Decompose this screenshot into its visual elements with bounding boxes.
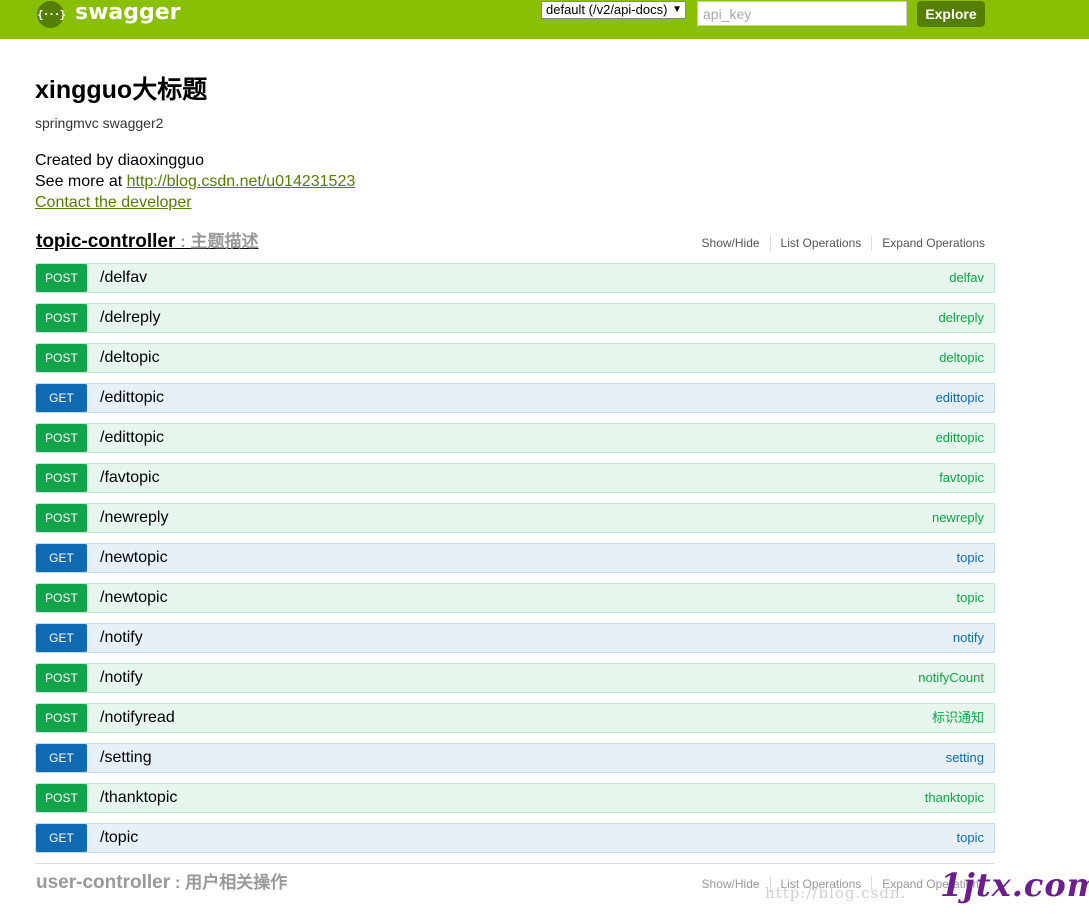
resource-name-topic[interactable]: topic-controller (36, 231, 175, 252)
resource-header-topic-controller: topic-controller : 主题描述 Show/Hide List O… (35, 230, 995, 256)
http-method-badge[interactable]: GET (36, 384, 87, 412)
http-method-badge[interactable]: POST (36, 504, 87, 532)
operation-summary[interactable]: notify (953, 624, 984, 652)
operation-path[interactable]: /notify (100, 624, 143, 652)
api-description: springmvc swagger2 (35, 115, 164, 131)
operation-row[interactable]: POST/delreply delreply (35, 303, 995, 333)
operation-summary[interactable]: topic (957, 544, 984, 572)
resource-actions-topic: Show/Hide List Operations Expand Operati… (702, 235, 985, 251)
operation-summary[interactable]: delreply (938, 304, 984, 332)
http-method-badge[interactable]: POST (36, 464, 87, 492)
operation-summary[interactable]: favtopic (939, 464, 984, 492)
http-method-badge[interactable]: GET (36, 544, 87, 572)
operation-row[interactable]: GET/topic topic (35, 823, 995, 853)
http-method-badge[interactable]: POST (36, 424, 87, 452)
operation-row[interactable]: POST/delfav delfav (35, 263, 995, 293)
show-hide-link[interactable]: Show/Hide (702, 235, 771, 251)
operations-list: POST/delfav delfav POST/delreply delreply PO… (35, 263, 995, 863)
operation-row[interactable]: POST/newtopic topic (35, 583, 995, 613)
http-method-badge[interactable]: POST (36, 264, 87, 292)
operation-row[interactable]: POST/newreply newreply (35, 503, 995, 533)
operation-path[interactable]: /edittopic (100, 384, 164, 412)
api-info: xingguo大标题 springmvc swagger2 Created by… (35, 70, 995, 213)
created-by: Created by diaoxingguo (35, 152, 205, 169)
operation-row[interactable]: POST/notifyread 标识通知 (35, 703, 995, 733)
resource-name-user[interactable]: user-controller (36, 872, 170, 893)
http-method-badge[interactable]: POST (36, 784, 87, 812)
operation-summary[interactable]: newreply (932, 504, 984, 532)
contact-developer-link[interactable]: Contact the developer (35, 192, 995, 213)
api-key-input[interactable] (697, 1, 907, 26)
explore-button[interactable]: Explore (917, 1, 985, 27)
http-method-badge[interactable]: POST (36, 584, 87, 612)
operation-row[interactable]: GET/notify notify (35, 623, 995, 653)
http-method-badge[interactable]: POST (36, 664, 87, 692)
api-docs-select-value: default (/v2/api-docs) (546, 2, 668, 17)
operation-row[interactable]: GET/setting setting (35, 743, 995, 773)
operation-path[interactable]: /deltopic (100, 344, 160, 372)
blog-link[interactable]: http://blog.csdn.net/u014231523 (127, 173, 356, 190)
see-more-prefix: See more at (35, 173, 127, 190)
operation-summary[interactable]: topic (957, 584, 984, 612)
operation-path[interactable]: /thanktopic (100, 784, 177, 812)
operation-path[interactable]: /newtopic (100, 584, 168, 612)
watermark-logo: 1jtx.com (940, 866, 1089, 904)
dropdown-caret-icon: ▼ (672, 4, 682, 15)
page-title: xingguo大标题 (35, 76, 208, 104)
operation-path[interactable]: /notify (100, 664, 143, 692)
operation-path[interactable]: /edittopic (100, 424, 164, 452)
operation-row[interactable]: POST/notify notifyCount (35, 663, 995, 693)
resource-description-user: 用户相关操作 (185, 873, 288, 892)
http-method-badge[interactable]: POST (36, 344, 87, 372)
http-method-badge[interactable]: GET (36, 624, 87, 652)
http-method-badge[interactable]: POST (36, 704, 87, 732)
top-bar: {···} swagger default (/v2/api-docs) ▼ E… (0, 0, 1089, 39)
http-method-badge[interactable]: POST (36, 304, 87, 332)
operation-path[interactable]: /delreply (100, 304, 160, 332)
operation-row[interactable]: POST/favtopic favtopic (35, 463, 995, 493)
operation-summary[interactable]: topic (957, 824, 984, 852)
operation-row[interactable]: GET/newtopic topic (35, 543, 995, 573)
operation-row[interactable]: POST/edittopic edittopic (35, 423, 995, 453)
operation-row[interactable]: POST/deltopic deltopic (35, 343, 995, 373)
operation-path[interactable]: /topic (100, 824, 138, 852)
swagger-logo-text[interactable]: swagger (75, 0, 181, 27)
operation-path[interactable]: /newreply (100, 504, 168, 532)
resource-divider (35, 863, 995, 864)
operation-summary[interactable]: deltopic (939, 344, 984, 372)
operation-summary[interactable]: edittopic (936, 384, 984, 412)
operation-summary[interactable]: notifyCount (918, 664, 984, 692)
operation-path[interactable]: /newtopic (100, 544, 168, 572)
operation-path[interactable]: /setting (100, 744, 152, 772)
resource-separator: : (170, 873, 186, 892)
http-method-badge[interactable]: GET (36, 824, 87, 852)
expand-operations-link[interactable]: Expand Operations (872, 235, 985, 251)
operation-summary[interactable]: thanktopic (925, 784, 984, 812)
resource-separator: : (175, 232, 191, 251)
http-method-badge[interactable]: GET (36, 744, 87, 772)
show-hide-link[interactable]: Show/Hide (702, 876, 771, 892)
resource-title-user[interactable]: user-controller : 用户相关操作 (36, 871, 287, 895)
list-operations-link[interactable]: List Operations (771, 235, 873, 251)
operation-path[interactable]: /favtopic (100, 464, 160, 492)
operation-summary[interactable]: edittopic (936, 424, 984, 452)
watermark-url: http://blog.csdn. (765, 884, 907, 902)
operation-path[interactable]: /notifyread (100, 704, 175, 732)
operation-row[interactable]: POST/thanktopic thanktopic (35, 783, 995, 813)
swagger-logo-icon[interactable]: {···} (37, 1, 66, 28)
operation-summary[interactable]: 标识通知 (932, 704, 984, 732)
operation-row[interactable]: GET/edittopic edittopic (35, 383, 995, 413)
api-docs-select[interactable]: default (/v2/api-docs) ▼ (541, 1, 686, 19)
see-more: See more at http://blog.csdn.net/u014231… (35, 171, 995, 192)
operation-summary[interactable]: delfav (949, 264, 984, 292)
resource-title-topic[interactable]: topic-controller : 主题描述 (36, 230, 258, 254)
operation-path[interactable]: /delfav (100, 264, 147, 292)
resource-description-topic: 主题描述 (190, 232, 259, 251)
operation-summary[interactable]: setting (946, 744, 984, 772)
